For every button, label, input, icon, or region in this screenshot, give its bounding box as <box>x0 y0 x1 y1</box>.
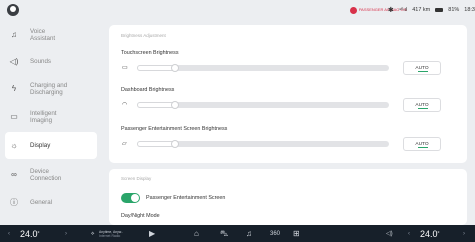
sidebar-item-label: Voice Assistant <box>30 27 56 42</box>
passenger-brightness-slider[interactable] <box>137 140 389 148</box>
temp-right-decrease-icon[interactable]: ‹ <box>408 225 410 242</box>
info-icon: ⓘ <box>10 198 18 207</box>
temp-right-display[interactable]: 24.0 ° <box>420 225 440 242</box>
temp-right-increase-icon[interactable]: › <box>463 225 465 242</box>
brightness-section-title: Brightness Adjustment <box>121 33 166 38</box>
sidebar-item-label: Sounds <box>30 58 51 65</box>
play-icon[interactable]: ▶ <box>149 225 155 242</box>
screen-display-section-title: Screen Display <box>121 176 152 181</box>
link-icon: ∞ <box>11 170 17 179</box>
sidebar-item-voice-assistant[interactable]: ♫ Voice Assistant <box>5 21 97 48</box>
airbag-status-text: PASSENGER AIRBAG ON <box>358 6 407 12</box>
music-icon[interactable]: ♫ <box>246 225 252 242</box>
camera-360-icon[interactable]: 360 <box>270 225 280 242</box>
range-text: 417 km <box>412 7 431 13</box>
car-icon[interactable]: ⛍ <box>220 225 228 242</box>
sidebar-item-label: Display <box>30 142 51 149</box>
volume-icon[interactable]: ◁) <box>386 225 393 242</box>
media-subtitle: Internet Radio <box>99 233 121 238</box>
day-night-mode-label: Day/Night Mode <box>121 213 160 219</box>
battery-icon <box>435 8 444 12</box>
sidebar-item-charging[interactable]: ϟ Charging and Discharging <box>5 75 97 102</box>
settings-sidebar: ♫ Voice Assistant ◁) Sounds ϟ Charging a… <box>0 21 103 221</box>
sidebar-item-device-connection[interactable]: ∞ Device Connection <box>5 161 97 188</box>
sidebar-item-intelligent-imaging[interactable]: ▭ Intelligent Imaging <box>5 103 97 130</box>
home-icon[interactable]: ⌂ <box>194 225 199 242</box>
clock: 18:3 <box>464 7 475 13</box>
charging-icon: ϟ <box>11 84 17 93</box>
display-settings-content: Brightness Adjustment Touchscreen Bright… <box>103 25 475 225</box>
passenger-screen-toggle[interactable] <box>121 193 140 203</box>
voice-icon: ♫ <box>11 30 17 39</box>
sun-icon: ☼ <box>10 141 18 150</box>
screen-display-panel: Screen Display Passenger Entertainment S… <box>109 169 467 225</box>
dashboard-brightness-label: Dashboard Brightness <box>121 87 175 93</box>
temp-right-unit: ° <box>437 230 440 237</box>
temp-left-decrease-icon[interactable]: ‹ <box>8 225 10 242</box>
slider-thumb[interactable] <box>171 101 179 109</box>
passenger-screen-label: Passenger Entertainment Screen <box>146 195 226 201</box>
sidebar-item-sounds[interactable]: ◁) Sounds <box>5 48 97 75</box>
sidebar-item-label: General <box>30 199 53 206</box>
touchscreen-icon: ▭ <box>122 65 128 71</box>
sidebar-item-label: Intelligent Imaging <box>30 109 57 124</box>
passenger-auto-button[interactable]: AUTO <box>403 137 441 151</box>
dashboard-brightness-slider[interactable] <box>137 101 389 109</box>
dashboard-auto-button[interactable]: AUTO <box>403 98 441 112</box>
apps-grid-icon[interactable]: ⊞ <box>293 225 300 242</box>
profile-avatar-icon[interactable] <box>7 4 19 16</box>
brightness-panel: Brightness Adjustment Touchscreen Bright… <box>109 25 467 163</box>
slider-thumb[interactable] <box>171 64 179 72</box>
passenger-screen-icon: ▱ <box>122 141 127 147</box>
passenger-brightness-label: Passenger Entertainment Screen Brightnes… <box>121 126 228 132</box>
airbag-indicator: PASSENGER AIRBAG ON <box>349 6 407 14</box>
sidebar-item-label: Charging and Discharging <box>30 81 68 96</box>
airbag-icon <box>349 6 357 14</box>
media-source-icon: ⟡ <box>91 230 95 237</box>
bottom-dock: ‹ 24.0 ° › ⟡ Anytime, Anyw.. Internet Rad… <box>0 225 475 242</box>
touchscreen-brightness-slider[interactable] <box>137 64 389 72</box>
temp-right-value: 24.0 <box>420 228 438 239</box>
temp-left-unit: ° <box>37 230 40 237</box>
battery-percent: 81% <box>448 7 460 13</box>
touchscreen-auto-button[interactable]: AUTO <box>403 61 441 75</box>
sidebar-item-display[interactable]: ☼ Display <box>5 132 97 159</box>
media-info[interactable]: Anytime, Anyw.. Internet Radio <box>99 225 127 242</box>
bluetooth-icon: ✱ <box>387 7 394 14</box>
status-indicators: PASSENGER AIRBAG ON ✱ ⁴ᴳ.ıl 417 km 81% 1… <box>349 6 475 14</box>
speaker-icon: ◁) <box>9 57 19 66</box>
signal-icon: ⁴ᴳ.ıl <box>398 7 408 13</box>
temp-left-increase-icon[interactable]: › <box>65 225 67 242</box>
sidebar-item-label: Device Connection <box>30 167 62 182</box>
temp-left-value: 24.0 <box>20 228 38 239</box>
touchscreen-brightness-label: Touchscreen Brightness <box>121 50 179 56</box>
temp-left-display[interactable]: 24.0 ° <box>20 225 40 242</box>
camera-icon: ▭ <box>10 112 18 121</box>
sidebar-item-general[interactable]: ⓘ General <box>5 189 97 216</box>
gauge-icon: ◠ <box>122 102 128 108</box>
slider-thumb[interactable] <box>171 140 179 148</box>
